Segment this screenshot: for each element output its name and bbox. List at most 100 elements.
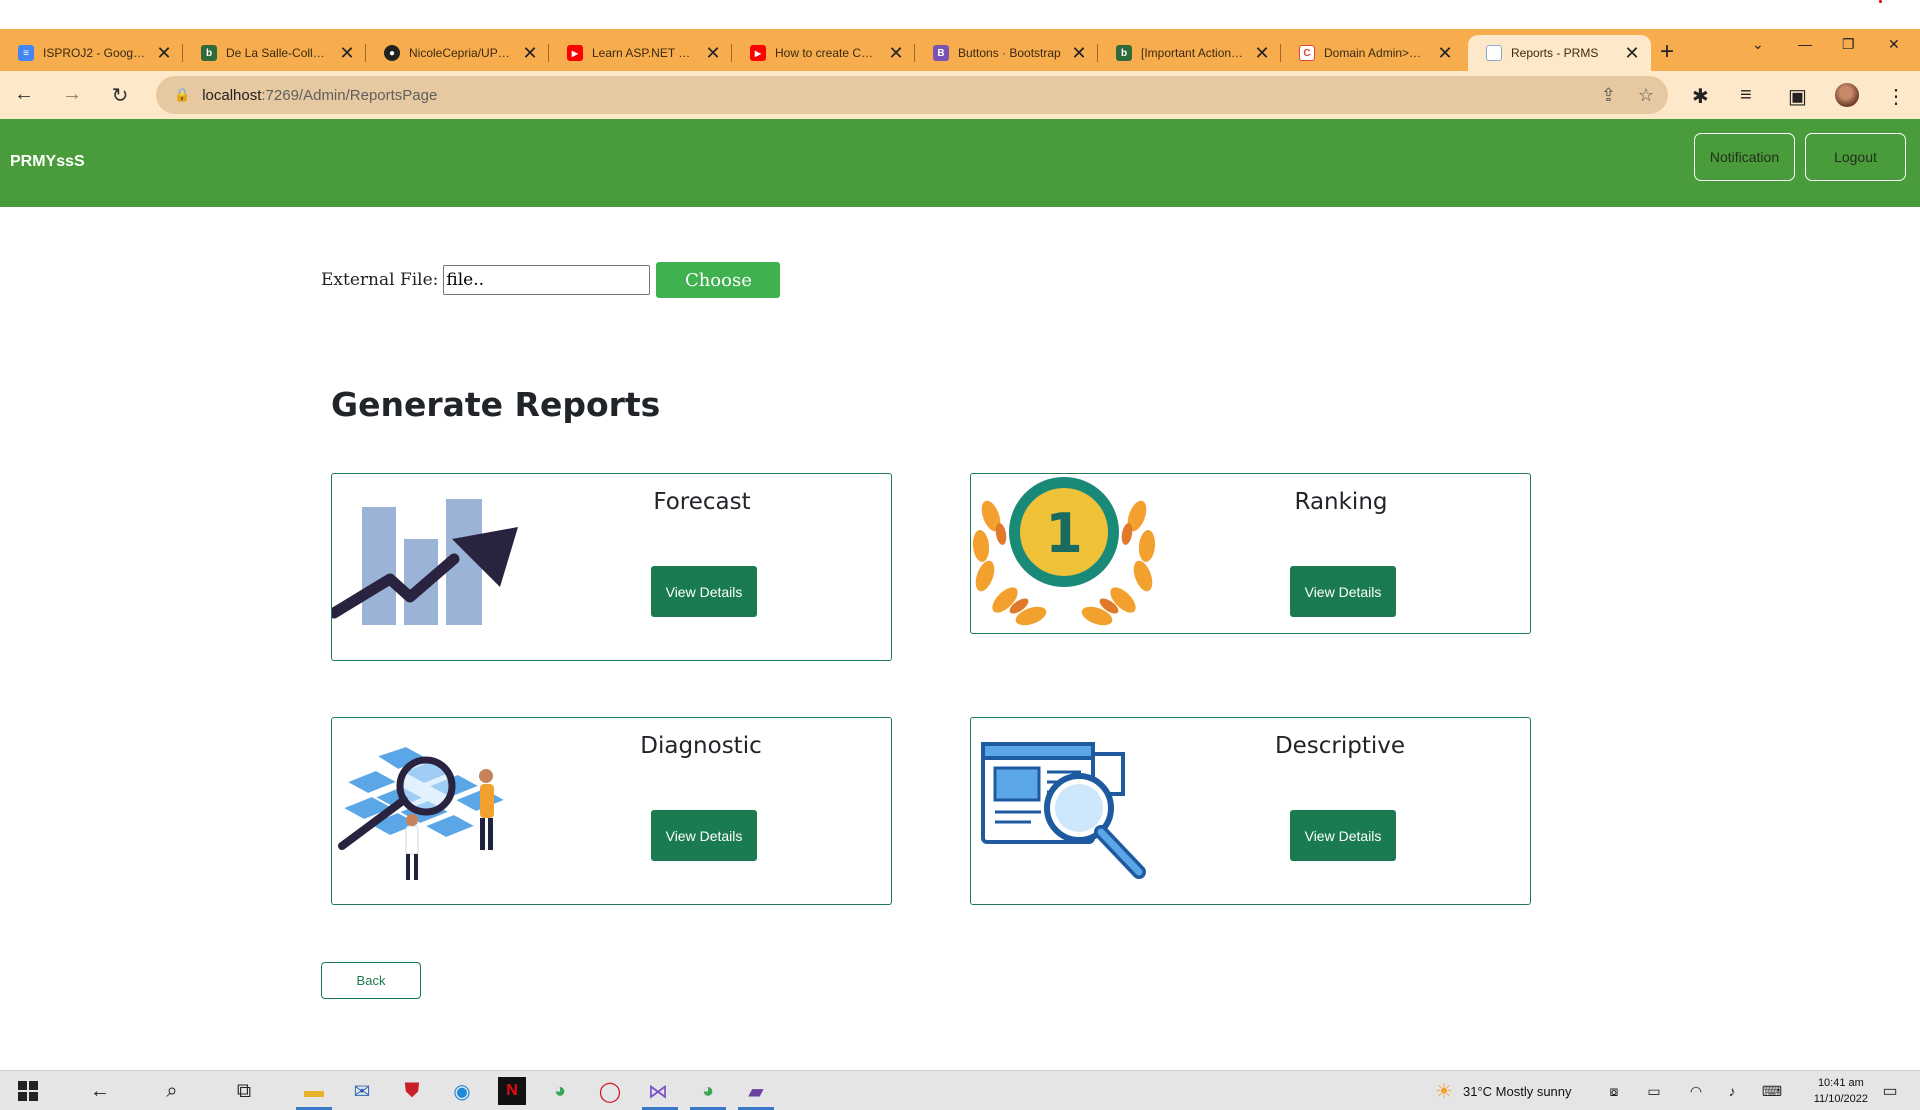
reload-icon[interactable]: ↻	[108, 83, 132, 108]
ranking-view-details-button[interactable]: View Details	[1290, 566, 1396, 617]
profile-avatar[interactable]	[1835, 83, 1859, 107]
close-tab-icon[interactable]: ✕	[1253, 44, 1271, 62]
windows-taskbar: ← ⌕ ⧉ ▬ ✉ ⛊ ◉ N ◕ ◯ ⋈ ◕ ▰ ☀ 31°C Mostly …	[0, 1070, 1920, 1110]
taskbar-search-icon[interactable]: ⌕	[158, 1077, 186, 1105]
tab-title: De La Salle-College of Saint Benilde	[226, 46, 330, 60]
tab-dlsu[interactable]: b De La Salle-College of Saint Benilde ✕	[183, 35, 366, 71]
tab-isproj2[interactable]: ≡ ISPROJ2 - Google Docs ✕	[0, 35, 183, 71]
volume-icon[interactable]: ♪	[1718, 1077, 1746, 1105]
notifications-icon[interactable]: ▭	[1876, 1077, 1904, 1105]
windows-start-icon[interactable]	[14, 1077, 42, 1105]
card-title: Diagnostic	[640, 733, 762, 759]
close-window-button[interactable]: ✕	[1888, 36, 1900, 53]
weather-sun-icon[interactable]: ☀	[1430, 1077, 1458, 1105]
system-clock[interactable]: 10:41 am 11/10/2022	[1814, 1075, 1868, 1107]
chrome-menu-icon[interactable]: ⋮	[1886, 84, 1906, 109]
battery-icon[interactable]: ▭	[1640, 1077, 1668, 1105]
page-title: Generate Reports	[331, 385, 661, 424]
close-tab-icon[interactable]: ✕	[704, 44, 722, 62]
app-navbar: PRMYssS Notification Logout	[0, 119, 1920, 207]
notification-button[interactable]: Notification	[1694, 133, 1795, 181]
close-tab-icon[interactable]: ✕	[887, 44, 905, 62]
forecast-chart-icon	[332, 499, 518, 625]
close-tab-icon[interactable]: ✕	[521, 44, 539, 62]
url-path: :7269/Admin/ReportsPage	[261, 86, 438, 104]
clock-time: 10:41 am	[1817, 1077, 1864, 1089]
descriptive-view-details-button[interactable]: View Details	[1290, 810, 1396, 861]
task-view-icon[interactable]: ⧉	[230, 1077, 258, 1105]
tab-domain-admin[interactable]: C Domain Admin>>Backup ✕	[1281, 35, 1464, 71]
side-panel-icon[interactable]: ▣	[1788, 84, 1807, 109]
tab-search-icon[interactable]: ⌄	[1752, 36, 1764, 53]
close-tab-icon[interactable]: ✕	[338, 44, 356, 62]
minimize-button[interactable]: —	[1798, 36, 1812, 52]
back-button[interactable]: Back	[321, 962, 421, 999]
diagnostic-view-details-button[interactable]: View Details	[651, 810, 757, 861]
dlsu-icon: b	[1116, 45, 1132, 61]
logout-button[interactable]: Logout	[1805, 133, 1906, 181]
tab-title: Reports - PRMS	[1511, 46, 1599, 60]
bootstrap-icon: B	[933, 45, 949, 61]
close-tab-icon[interactable]: ✕	[1070, 44, 1088, 62]
netflix-icon[interactable]: N	[498, 1077, 526, 1105]
restore-button[interactable]: ❐	[1842, 36, 1855, 53]
address-bar[interactable]: 🔒 localhost:7269/Admin/ReportsPage ⇪ ☆	[156, 76, 1668, 114]
external-file-input[interactable]	[443, 265, 651, 295]
descriptive-search-window-icon	[981, 742, 1146, 879]
meet-now-icon[interactable]: ⧇	[1600, 1077, 1628, 1105]
wifi-icon[interactable]: ◠	[1682, 1077, 1710, 1105]
external-file-label: External File:	[321, 270, 439, 290]
descriptive-card: Descriptive View Details	[970, 717, 1531, 905]
opera-icon[interactable]: ◯	[596, 1077, 624, 1105]
window-top-strip	[0, 0, 1920, 29]
google-docs-icon: ≡	[18, 45, 34, 61]
tab-reports-prms[interactable]: Reports - PRMS ✕	[1468, 35, 1651, 71]
tab-learn-aspnet[interactable]: ▶ Learn ASP.NET Core MVC ✕	[549, 35, 732, 71]
weather-text[interactable]: 31°C Mostly sunny	[1463, 1084, 1572, 1099]
chrome-profile-icon[interactable]: ◕	[694, 1077, 722, 1105]
ranking-card: 1 Ranking View Details	[970, 473, 1531, 634]
tab-title: [Important Action Required]	[1141, 46, 1245, 60]
extensions-puzzle-icon[interactable]: ✱	[1692, 84, 1709, 109]
back-arrow-icon[interactable]: ←	[12, 83, 36, 106]
tab-bootstrap-buttons[interactable]: B Buttons · Bootstrap ✕	[915, 35, 1098, 71]
diagnostic-card: Diagnostic View Details	[331, 717, 892, 905]
close-tab-icon[interactable]: ✕	[155, 44, 173, 62]
tab-title: How to create Custom	[775, 46, 879, 60]
clock-date: 11/10/2022	[1813, 1093, 1868, 1105]
new-tab-button[interactable]: +	[1660, 38, 1674, 66]
tab-github[interactable]: ● NicoleCepria/UPDATED ✕	[366, 35, 549, 71]
share-icon[interactable]: ⇪	[1601, 85, 1616, 106]
forward-arrow-icon[interactable]: →	[60, 83, 84, 106]
visual-studio-icon[interactable]: ⋈	[644, 1077, 672, 1105]
lock-icon[interactable]: 🔒	[174, 87, 190, 103]
tab-important-action[interactable]: b [Important Action Required] ✕	[1098, 35, 1281, 71]
media-control-icon[interactable]: ≡	[1740, 84, 1752, 107]
tab-title: ISPROJ2 - Google Docs	[43, 46, 147, 60]
first-place-medal-icon: 1	[972, 477, 1156, 626]
url-host: localhost	[202, 86, 262, 104]
terminal-icon[interactable]: ▰	[742, 1077, 770, 1105]
bookmark-star-icon[interactable]: ☆	[1638, 85, 1654, 106]
choose-file-button[interactable]: Choose	[656, 262, 781, 298]
tab-title: Domain Admin>>Backup	[1324, 46, 1428, 60]
taskbar-back-icon[interactable]: ←	[86, 1077, 114, 1105]
page-icon	[1486, 45, 1502, 61]
brand-logo-text[interactable]: PRMYssS	[10, 153, 85, 171]
forecast-view-details-button[interactable]: View Details	[651, 566, 757, 617]
close-tab-icon[interactable]: ✕	[1623, 44, 1641, 62]
domain-admin-icon: C	[1299, 45, 1315, 61]
file-explorer-icon[interactable]: ▬	[300, 1077, 328, 1105]
mail-icon[interactable]: ✉	[348, 1077, 376, 1105]
forecast-card: Forecast View Details	[331, 473, 892, 661]
chrome-icon[interactable]: ◕	[546, 1077, 574, 1105]
tab-strip: ≡ ISPROJ2 - Google Docs ✕ b De La Salle-…	[0, 29, 1920, 71]
dlsu-icon: b	[201, 45, 217, 61]
keyboard-icon[interactable]: ⌨	[1758, 1077, 1786, 1105]
mcafee-icon[interactable]: ⛊	[398, 1077, 426, 1105]
card-title: Ranking	[1294, 489, 1388, 515]
youtube-icon: ▶	[750, 45, 766, 61]
tab-how-to-create[interactable]: ▶ How to create Custom ✕	[732, 35, 915, 71]
edge-icon[interactable]: ◉	[448, 1077, 476, 1105]
close-tab-icon[interactable]: ✕	[1436, 44, 1454, 62]
